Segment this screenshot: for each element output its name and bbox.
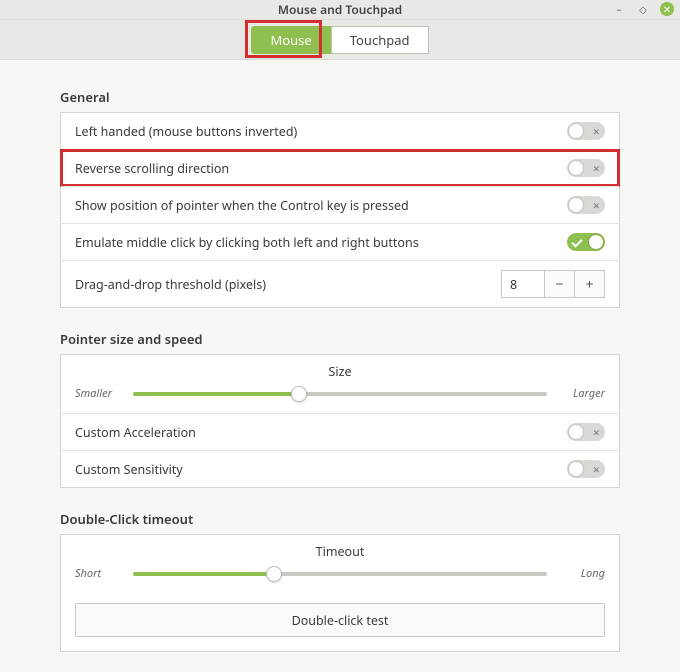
section-title-doubleclick: Double-Click timeout — [60, 510, 620, 528]
size-max-label: Larger — [557, 386, 605, 401]
label-dnd-threshold: Drag-and-drop threshold (pixels) — [75, 276, 501, 293]
row-show-pointer: Show position of pointer when the Contro… — [61, 186, 619, 223]
toggle-show-pointer[interactable]: ✕ — [567, 196, 605, 214]
toggle-off-icon: ✕ — [592, 199, 600, 212]
row-left-handed: Left handed (mouse buttons inverted) ✕ — [61, 113, 619, 149]
toggle-off-icon: ✕ — [592, 426, 600, 439]
row-custom-sens: Custom Sensitivity ✕ — [61, 450, 619, 487]
general-group: Left handed (mouse buttons inverted) ✕ R… — [60, 112, 620, 308]
tab-touchpad[interactable]: Touchpad — [331, 26, 429, 54]
timeout-slider-title: Timeout — [75, 543, 605, 560]
doubleclick-group: Timeout Short Long Double-click test — [60, 534, 620, 652]
maximize-icon[interactable]: ◇ — [636, 2, 650, 16]
content-area: General Left handed (mouse buttons inver… — [0, 60, 680, 672]
window-controls: – ◇ ✕ — [612, 2, 674, 16]
row-size-slider: Size Smaller Larger — [61, 355, 619, 413]
toggle-off-icon: ✕ — [592, 463, 600, 476]
row-emulate-middle: Emulate middle click by clicking both le… — [61, 223, 619, 260]
double-click-test-button[interactable]: Double-click test — [75, 603, 605, 637]
label-show-pointer: Show position of pointer when the Contro… — [75, 197, 567, 214]
row-custom-accel: Custom Acceleration ✕ — [61, 413, 619, 450]
dnd-threshold-decrement[interactable]: − — [545, 270, 575, 298]
size-min-label: Smaller — [75, 386, 123, 401]
toggle-left-handed[interactable]: ✕ — [567, 122, 605, 140]
toggle-off-icon: ✕ — [592, 162, 600, 175]
toggle-emulate-middle[interactable] — [567, 233, 605, 251]
label-left-handed: Left handed (mouse buttons inverted) — [75, 123, 567, 140]
size-slider[interactable] — [133, 392, 547, 396]
label-emulate-middle: Emulate middle click by clicking both le… — [75, 234, 567, 251]
close-icon[interactable]: ✕ — [660, 2, 674, 16]
minimize-icon[interactable]: – — [612, 2, 626, 16]
toggle-custom-accel[interactable]: ✕ — [567, 423, 605, 441]
tabs-wrap: Mouse Touchpad — [251, 26, 428, 54]
row-dnd-threshold: Drag-and-drop threshold (pixels) 8 − + — [61, 260, 619, 307]
label-custom-accel: Custom Acceleration — [75, 424, 567, 441]
label-reverse-scrolling: Reverse scrolling direction — [75, 160, 567, 177]
tab-bar: Mouse Touchpad — [0, 20, 680, 60]
tab-mouse[interactable]: Mouse — [251, 26, 330, 54]
dnd-threshold-value[interactable]: 8 — [501, 270, 545, 298]
timeout-max-label: Long — [557, 566, 605, 581]
row-timeout-slider: Timeout Short Long — [75, 535, 605, 593]
size-slider-title: Size — [75, 363, 605, 380]
toggle-off-icon: ✕ — [592, 125, 600, 138]
toggle-custom-sens[interactable]: ✕ — [567, 460, 605, 478]
section-title-general: General — [60, 88, 620, 106]
window-title: Mouse and Touchpad — [0, 0, 680, 20]
dnd-threshold-increment[interactable]: + — [575, 270, 605, 298]
timeout-slider[interactable] — [133, 572, 547, 576]
row-reverse-scrolling: Reverse scrolling direction ✕ — [61, 149, 619, 186]
toggle-reverse-scrolling[interactable]: ✕ — [567, 159, 605, 177]
stepper-dnd-threshold: 8 − + — [501, 270, 605, 298]
section-title-pointer: Pointer size and speed — [60, 330, 620, 348]
window-titlebar: Mouse and Touchpad – ◇ ✕ — [0, 0, 680, 20]
label-custom-sens: Custom Sensitivity — [75, 461, 567, 478]
pointer-group: Size Smaller Larger Custom Acceleration … — [60, 354, 620, 488]
timeout-min-label: Short — [75, 566, 123, 581]
